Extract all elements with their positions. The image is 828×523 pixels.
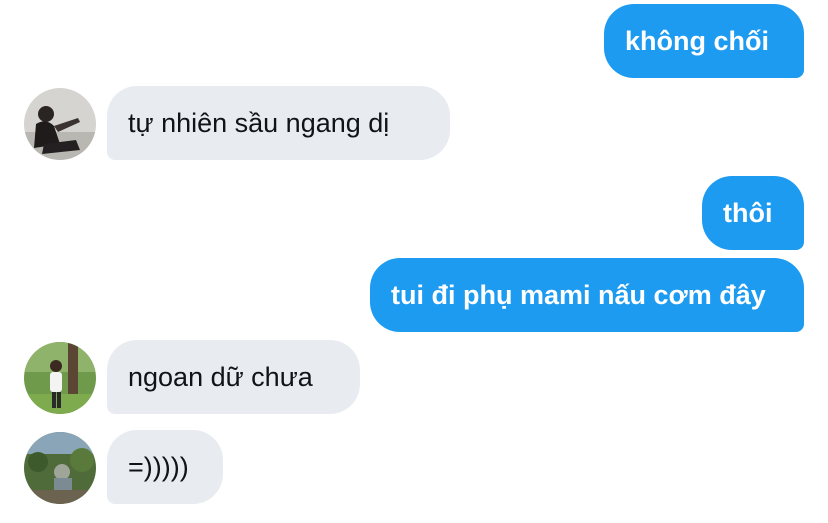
message-bubble-outgoing[interactable]: tui đi phụ mami nấu cơm đây [370,258,804,332]
message-text: tui đi phụ mami nấu cơm đây [391,280,766,310]
message-text: không chối [625,26,769,56]
message-bubble-incoming[interactable]: =))))) [107,430,223,504]
message-text: =))))) [128,452,189,482]
user-avatar[interactable] [24,88,96,160]
avatar-person-under-tree-icon [24,342,96,414]
message-text: thôi [723,198,773,228]
message-bubble-incoming[interactable]: ngoan dữ chưa [107,340,360,414]
message-text: ngoan dữ chưa [128,362,313,392]
user-avatar[interactable] [24,342,96,414]
message-bubble-incoming[interactable]: tự nhiên sầu ngang dị [107,86,450,160]
user-avatar[interactable] [24,432,96,504]
avatar-garden-photo-icon [24,432,96,504]
message-bubble-outgoing[interactable]: thôi [702,176,804,250]
message-text: tự nhiên sầu ngang dị [128,108,390,138]
avatar-person-sitting-icon [24,88,96,160]
message-bubble-outgoing[interactable]: không chối [604,4,804,78]
